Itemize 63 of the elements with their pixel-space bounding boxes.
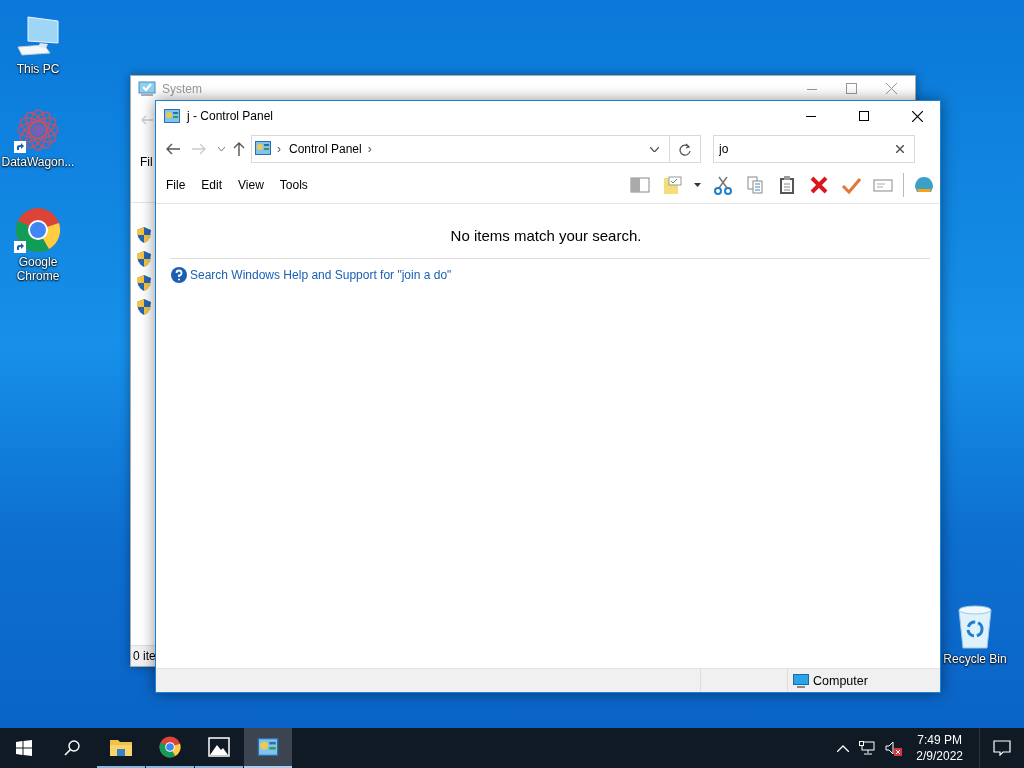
monitor-check-icon (138, 81, 156, 97)
chevron-up-icon[interactable] (837, 744, 850, 752)
minimize-icon[interactable] (806, 115, 816, 117)
shield-icon (137, 227, 151, 243)
menu-item[interactable]: Edit (201, 178, 223, 192)
shield-icon (137, 251, 151, 267)
computer-icon (14, 15, 62, 59)
menu-item[interactable]: Fil (140, 155, 153, 169)
chrome-icon (159, 736, 181, 758)
clock[interactable]: 7:49 PM 2/9/2022 (916, 732, 963, 764)
help-link[interactable]: Search Windows Help and Support for "join a do" (190, 268, 452, 282)
dropdown-caret-icon[interactable] (694, 183, 701, 187)
refresh-icon[interactable] (679, 142, 691, 156)
shield-icon (137, 299, 151, 315)
menu-item[interactable]: View (238, 178, 264, 192)
recycle-bin-icon (955, 604, 995, 650)
control-panel-icon (255, 140, 271, 155)
chevron-right-icon: › (277, 142, 281, 156)
window-title: j - Control Panel (187, 109, 275, 123)
menu-item[interactable]: File (166, 178, 186, 192)
back-arrow-icon (141, 115, 153, 125)
check-icon[interactable] (841, 175, 861, 195)
desktop-icon-label[interactable]: DataWagon... (0, 155, 76, 169)
notification-icon[interactable] (993, 740, 1011, 756)
help-icon[interactable] (171, 267, 187, 283)
clipboard-icon[interactable] (777, 175, 797, 195)
desktop-icon-label[interactable]: Recycle Bin (937, 652, 1013, 666)
network-icon[interactable] (859, 741, 876, 755)
cross-icon[interactable] (809, 175, 829, 195)
status-text: Computer (813, 673, 868, 688)
date-text: 2/9/2022 (916, 748, 963, 764)
scissors-icon[interactable] (713, 175, 733, 195)
chevron-right-icon: › (367, 142, 372, 156)
mountain-picture-icon (208, 737, 230, 757)
monitor-icon (793, 673, 809, 688)
breadcrumb-item[interactable]: Control Panel (289, 142, 362, 156)
control-panel-icon (164, 109, 180, 123)
flower-pattern-icon (14, 106, 62, 154)
chevron-down-icon[interactable] (650, 146, 659, 152)
desktop-icon-label[interactable]: Google Chrome (0, 255, 76, 283)
taskbar-app-button[interactable] (244, 728, 292, 768)
status-text: 0 ite (133, 649, 156, 663)
windows-logo-icon[interactable] (16, 740, 32, 756)
shield-icon (137, 275, 151, 291)
up-arrow-icon[interactable] (233, 142, 245, 156)
search-icon[interactable] (64, 740, 80, 756)
muted-speaker-icon[interactable] (885, 740, 903, 756)
shell-icon[interactable] (914, 175, 934, 195)
clear-icon[interactable] (896, 145, 904, 153)
time-text: 7:49 PM (917, 732, 962, 748)
folder-icon (110, 738, 132, 756)
window-title: System (162, 82, 202, 96)
back-arrow-icon[interactable] (166, 143, 180, 155)
desktop-icon-label[interactable]: This PC (0, 62, 76, 76)
maximize-icon[interactable] (859, 111, 869, 121)
address-bar[interactable]: › Control Panel › (251, 135, 701, 163)
chevron-down-icon[interactable] (218, 147, 225, 151)
chrome-icon (15, 207, 61, 253)
close-icon[interactable] (911, 110, 923, 122)
search-field[interactable]: jo (713, 135, 915, 163)
empty-message: No items match your search. (449, 227, 643, 244)
menu-item[interactable]: Tools (279, 178, 308, 192)
control-panel-icon (257, 738, 279, 756)
